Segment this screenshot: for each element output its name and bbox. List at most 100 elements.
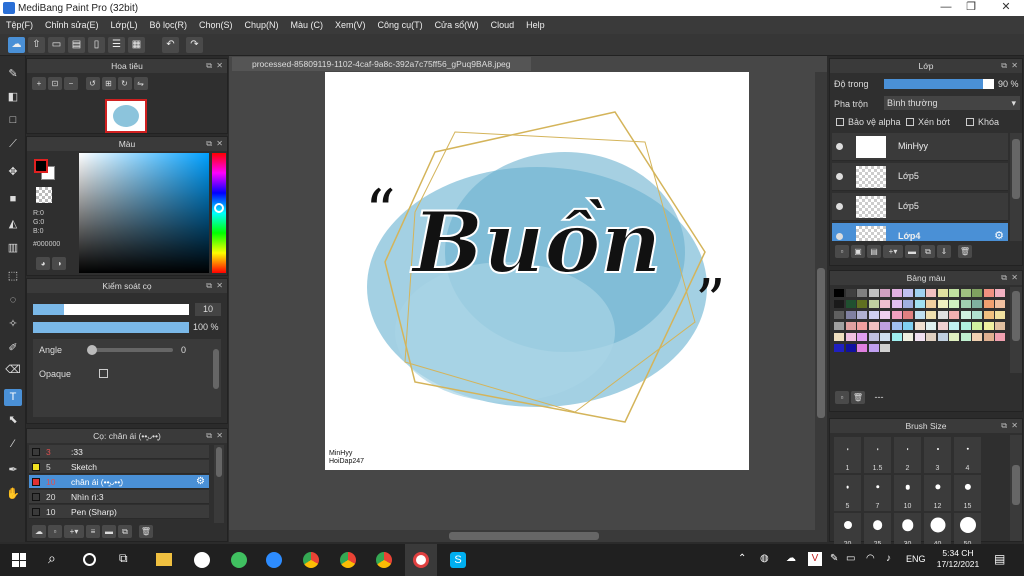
skype-icon[interactable]: S [450,552,466,568]
palette-swatch[interactable] [914,289,925,297]
palette-swatch[interactable] [926,289,936,297]
palette-swatch[interactable] [868,311,879,319]
palette-swatch[interactable] [949,311,959,319]
rotate-right-icon[interactable]: ↻ [117,77,132,90]
brush-tool-icon[interactable]: ✎ [4,66,22,83]
navigator-thumbnail[interactable] [105,99,147,133]
transparent-color-swatch[interactable] [36,187,52,203]
palette-swatch[interactable] [857,289,867,297]
palette-swatch[interactable] [834,289,844,297]
palette-swatch[interactable] [903,322,913,330]
palette-swatch[interactable] [857,300,867,308]
palette-swatch[interactable] [972,322,982,330]
palette-swatch[interactable] [868,300,879,308]
gear-icon[interactable]: ⚙ [196,476,205,487]
merge-layer-icon[interactable]: ⇓ [937,245,951,258]
close-icon[interactable]: ✕ [990,0,1022,16]
layer-opacity-slider[interactable] [884,79,994,89]
panel-close-icon[interactable]: ✕ [216,429,223,443]
brush-size-slider[interactable] [33,304,189,315]
layer-folder-icon[interactable]: ▬ [905,245,919,258]
palette-swatch[interactable] [914,333,925,341]
operation-tool-icon[interactable]: ⬉ [4,412,22,429]
brush-settings-icon[interactable]: ≡ [86,525,100,538]
notification-icon[interactable]: ▤ [994,552,1005,566]
brush-item[interactable]: 10 Pen (Sharp) [29,505,209,519]
add-brush-icon[interactable]: +▾ [64,525,84,538]
panel-close-icon[interactable]: ✕ [1011,271,1018,285]
cloud-icon[interactable]: ☁ [8,37,25,53]
panel-close-icon[interactable]: ✕ [1011,419,1018,433]
palette-swatch[interactable] [845,289,856,297]
palette-swatch[interactable] [972,289,982,297]
palette-swatch[interactable] [995,289,1005,297]
protect-alpha-checkbox[interactable] [836,118,844,126]
undo-icon[interactable]: ↶ [162,37,179,53]
palette-swatch[interactable] [983,311,994,319]
cortana-icon[interactable] [83,553,96,566]
brush-size-preset[interactable]: 2 [894,437,921,473]
palette-swatch[interactable] [960,311,971,319]
bucket-tool-icon[interactable]: ◭ [4,216,22,233]
document-icon[interactable]: ▯ [88,37,105,53]
palette-swatch[interactable] [834,300,844,308]
duplicate-brush-icon[interactable]: ⧉ [118,525,132,538]
palette-swatch[interactable] [868,344,879,352]
file-explorer-icon[interactable] [156,553,172,566]
menu-filter[interactable]: Bộ lọc(R) [143,20,193,30]
hand-tool-icon[interactable]: ✋ [4,486,22,503]
palette-swatch[interactable] [834,322,844,330]
volume-icon[interactable]: ♪ [886,553,891,564]
menu-color[interactable]: Màu (C) [285,20,330,30]
move-tool-icon[interactable]: ✥ [4,164,22,181]
palette-swatch[interactable] [845,322,856,330]
rectangle-tool-icon[interactable]: □ [4,112,22,129]
lasso-tool-icon[interactable]: ◌ [4,292,22,309]
palette-swatch[interactable] [937,311,948,319]
foreground-color-swatch[interactable] [34,159,48,173]
palette-swatch[interactable] [949,322,959,330]
palette-swatch[interactable] [834,333,844,341]
new-layer-8bit-icon[interactable]: ▤ [867,245,881,258]
pen-tray-icon[interactable]: ✎ [830,553,838,564]
menu-view[interactable]: Xem(V) [329,20,372,30]
lock-checkbox[interactable] [966,118,974,126]
clock[interactable]: 5:34 CH 17/12/2021 [936,548,980,570]
panel-float-icon[interactable]: ⧉ [1001,271,1007,285]
line-tool-icon[interactable]: ⟋ [4,136,22,153]
search-icon[interactable]: ⌕ [48,550,56,567]
palette-swatch[interactable] [880,289,890,297]
menu-file[interactable]: Tệp(F) [0,20,39,30]
delete-brush-icon[interactable]: 🗑 [139,525,153,538]
palette-swatch[interactable] [937,289,948,297]
palette-swatch[interactable] [891,300,902,308]
windows-start-icon[interactable] [12,553,26,567]
brush-size-preset[interactable]: 12 [924,475,951,511]
menu-snap[interactable]: Chụp(N) [239,20,285,30]
gear-icon[interactable]: ⚙ [994,229,1004,241]
layer-row[interactable]: MinHyy [832,133,1008,161]
brush-size-preset[interactable]: 15 [954,475,981,511]
scroll-thumb[interactable] [1012,291,1020,341]
redo-icon[interactable]: ↷ [186,37,203,53]
chrome-icon[interactable] [376,552,392,568]
layer-list-scrollbar[interactable] [1010,133,1022,241]
language-indicator[interactable]: ENG [906,554,926,564]
angle-handle[interactable] [87,345,97,355]
palette-swatch[interactable] [845,344,856,352]
palette-swatch[interactable] [857,333,867,341]
palette-swatch[interactable] [880,300,890,308]
palette-swatch[interactable] [995,322,1005,330]
palette-swatch[interactable] [914,311,925,319]
comment-icon[interactable]: ▭ [48,37,65,53]
battery-icon[interactable]: ▭ [846,553,855,564]
palette-swatch[interactable] [960,322,971,330]
palette-swatch[interactable] [857,311,867,319]
share-icon[interactable]: ⇧ [28,37,45,53]
palette-swatch[interactable] [903,311,913,319]
palette-swatch[interactable] [868,333,879,341]
menu-layer[interactable]: Lớp(L) [105,20,144,30]
hue-slider[interactable] [212,153,226,273]
canvas-vertical-scrollbar[interactable] [815,72,827,542]
flip-icon[interactable]: ⇋ [133,77,148,90]
